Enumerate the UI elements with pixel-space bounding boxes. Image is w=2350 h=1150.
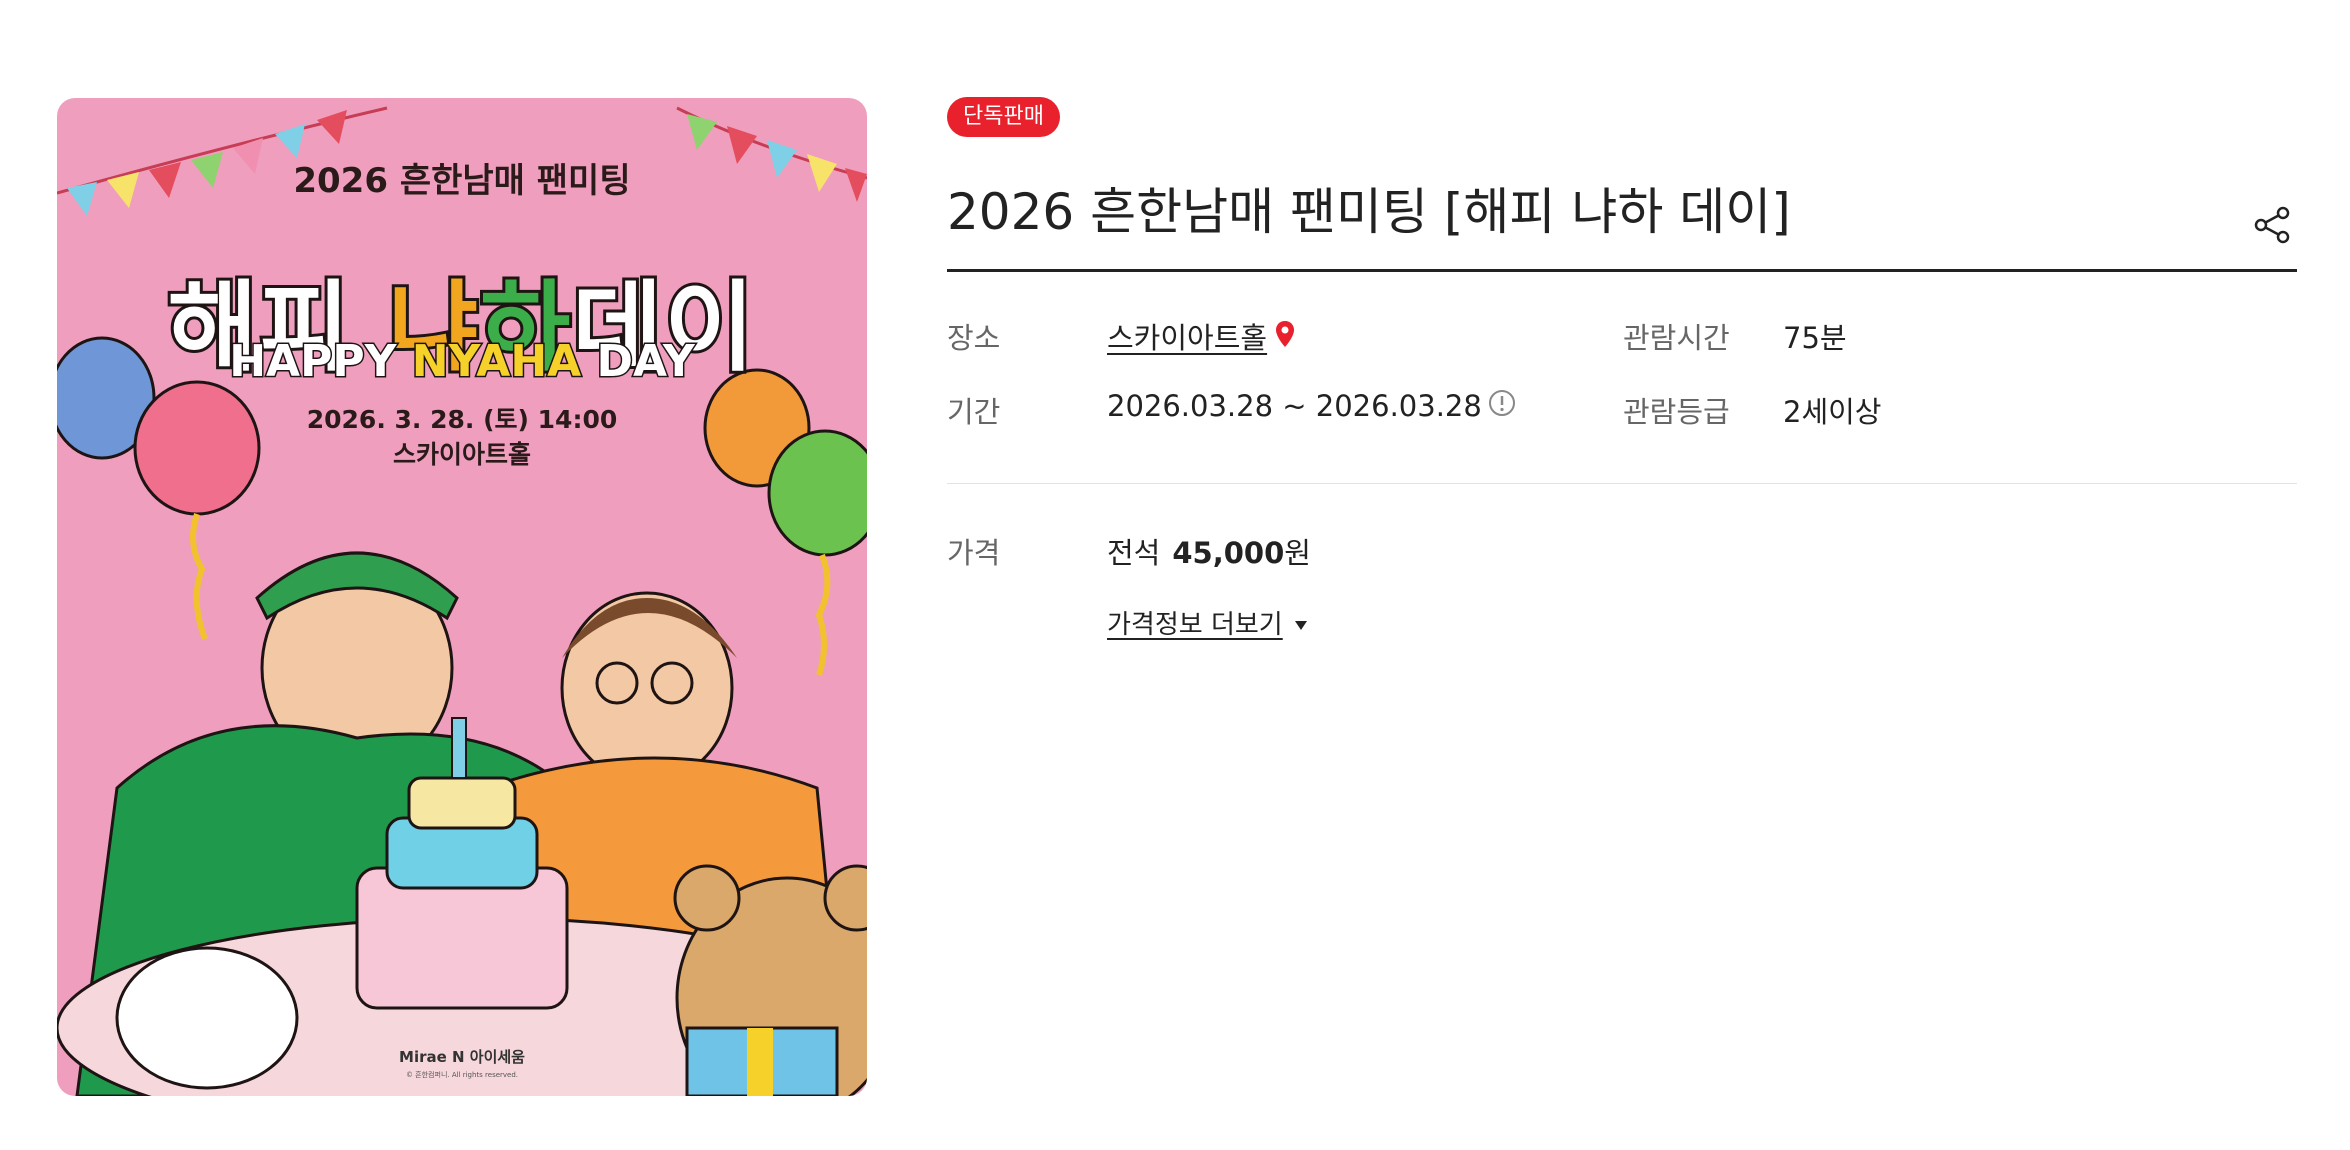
info-circle-icon bbox=[1488, 389, 1515, 416]
event-title: 2026 흔한남매 팬미팅 [해피 냐하 데이] bbox=[947, 183, 1791, 241]
price-info-more-label: 가격정보 더보기 bbox=[1107, 610, 1283, 640]
location-pin-button[interactable] bbox=[1275, 320, 1295, 355]
caret-down-icon bbox=[1294, 621, 1307, 630]
price-value-row: 전석 45,000원 bbox=[1107, 530, 1311, 572]
event-poster: 2026 흔한남매 팬미팅 해피 냐하데이 HAPPY NYAHA DAY 20… bbox=[57, 98, 867, 1096]
poster-date: 2026. 3. 28. (토) 14:00 bbox=[306, 405, 618, 434]
venue-label: 장소 bbox=[947, 321, 1001, 355]
share-icon bbox=[2254, 206, 2290, 244]
price-amount: 45,000 bbox=[1172, 536, 1285, 570]
section-divider bbox=[947, 483, 2297, 484]
runtime-label: 관람시간 bbox=[1623, 321, 1730, 355]
rating-value: 2세이상 bbox=[1783, 395, 1882, 429]
location-pin-icon bbox=[1276, 320, 1295, 347]
poster-subtitle: 2026 흔한남매 팬미팅 bbox=[293, 161, 631, 201]
period-label: 기간 bbox=[947, 395, 1001, 429]
seat-class: 전석 bbox=[1107, 536, 1161, 570]
period-text: 2026.03.28 ~ 2026.03.28 bbox=[1107, 389, 1482, 423]
rating-label: 관람등급 bbox=[1623, 395, 1730, 429]
venue-link[interactable]: 스카이아트홀 bbox=[1107, 321, 1267, 355]
period-value: 2026.03.28 ~ 2026.03.28 bbox=[1107, 389, 1516, 424]
poster-publisher-logo: Mirae N 아이세움 bbox=[399, 1048, 525, 1066]
price-label: 가격 bbox=[947, 536, 1001, 570]
price-info-more-button[interactable]: 가격정보 더보기 bbox=[1107, 604, 1307, 641]
period-info-button[interactable] bbox=[1488, 389, 1516, 424]
price-unit: 원 bbox=[1284, 536, 1311, 570]
poster-copyright: © 흔한컴퍼니. All rights reserved. bbox=[405, 1071, 519, 1079]
title-divider bbox=[947, 269, 2297, 272]
poster-english-title: HAPPY NYAHA DAY bbox=[228, 335, 697, 389]
poster-venue: 스카이아트홀 bbox=[392, 440, 531, 469]
runtime-value: 75분 bbox=[1783, 321, 1847, 355]
share-button[interactable] bbox=[2252, 205, 2292, 245]
exclusive-sale-badge: 단독판매 bbox=[947, 97, 1060, 137]
venue-value: 스카이아트홀 bbox=[1107, 315, 1295, 357]
